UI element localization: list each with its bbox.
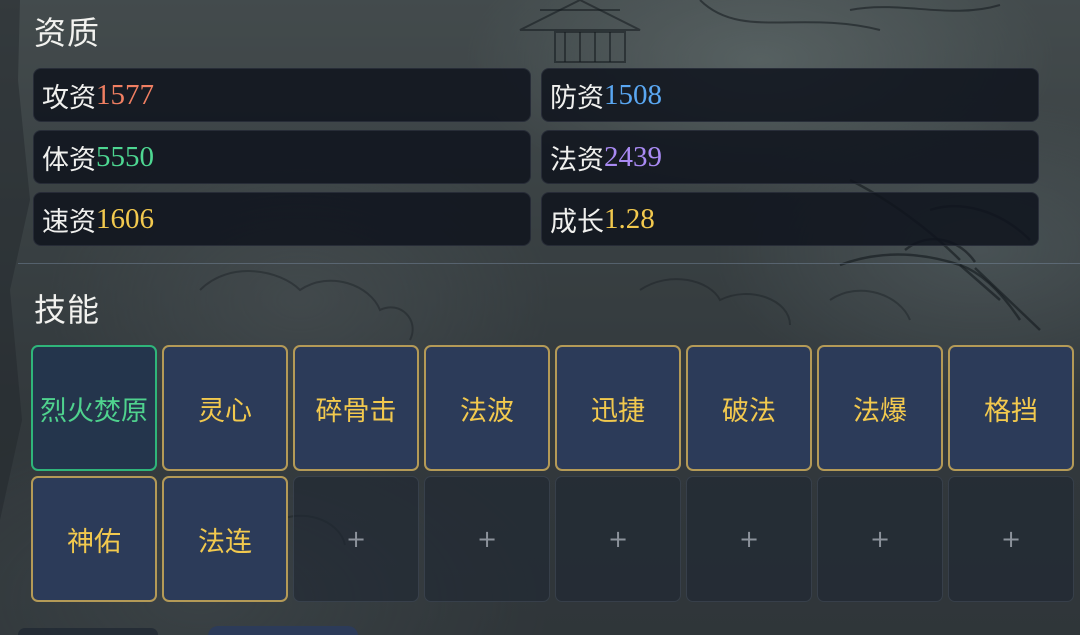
attribute-cell: 成长 1.28: [541, 192, 1039, 246]
skills-grid: 烈火焚原 灵心 碎骨击 法波 迅捷 破法 法爆 格挡神佑 法连 + + + + + +: [31, 345, 1074, 602]
skill-name: 迅捷: [591, 395, 645, 427]
skill-name: 神佑: [67, 526, 121, 558]
empty-skill-slot[interactable]: +: [948, 476, 1074, 602]
attribute-label: 防资: [550, 82, 604, 114]
skill-name: 烈火焚原: [40, 395, 148, 427]
skill-name: 法爆: [853, 395, 907, 427]
attributes-section-title: 资质: [34, 14, 101, 52]
skill-name: 灵心: [198, 395, 252, 427]
skill-slot[interactable]: 神佑: [31, 476, 157, 602]
skill-slot[interactable]: 迅捷: [555, 345, 681, 471]
skills-section-title: 技能: [34, 291, 101, 329]
add-icon: +: [345, 525, 367, 553]
bottom-tab-left[interactable]: [18, 628, 158, 635]
attribute-cell: 体资 5550: [33, 130, 531, 184]
bottom-tab-selected[interactable]: [208, 626, 358, 635]
attribute-cell: 法资 2439: [541, 130, 1039, 184]
attribute-value: 1508: [604, 78, 662, 111]
add-icon: +: [869, 525, 891, 553]
empty-skill-slot[interactable]: +: [817, 476, 943, 602]
attribute-label: 成长: [550, 206, 604, 238]
attribute-label: 攻资: [42, 82, 96, 114]
skill-slot[interactable]: 灵心: [162, 345, 288, 471]
skill-name: 法波: [460, 395, 514, 427]
empty-skill-slot[interactable]: +: [424, 476, 550, 602]
empty-skill-slot[interactable]: +: [555, 476, 681, 602]
skill-name: 格挡: [984, 395, 1038, 427]
attribute-label: 体资: [42, 144, 96, 176]
add-icon: +: [476, 525, 498, 553]
attribute-value: 1577: [96, 78, 154, 111]
attribute-label: 法资: [550, 144, 604, 176]
attribute-cell: 速资 1606: [33, 192, 531, 246]
empty-skill-slot[interactable]: +: [686, 476, 812, 602]
skill-slot[interactable]: 法波: [424, 345, 550, 471]
skill-slot[interactable]: 法连: [162, 476, 288, 602]
skill-slot[interactable]: 碎骨击: [293, 345, 419, 471]
skill-slot[interactable]: 法爆: [817, 345, 943, 471]
skill-slot[interactable]: 烈火焚原: [31, 345, 157, 471]
attribute-value: 1.28: [604, 202, 655, 235]
skill-slot[interactable]: 破法: [686, 345, 812, 471]
skill-slot[interactable]: 格挡: [948, 345, 1074, 471]
add-icon: +: [738, 525, 760, 553]
add-icon: +: [607, 525, 629, 553]
section-divider: [18, 263, 1080, 264]
attribute-value: 1606: [96, 202, 154, 235]
skill-name: 碎骨击: [315, 395, 397, 427]
attribute-value: 5550: [96, 140, 154, 173]
skill-name: 法连: [198, 526, 252, 558]
add-icon: +: [1000, 525, 1022, 553]
attribute-label: 速资: [42, 206, 96, 238]
attribute-cell: 攻资 1577: [33, 68, 531, 122]
empty-skill-slot[interactable]: +: [293, 476, 419, 602]
attribute-value: 2439: [604, 140, 662, 173]
attribute-cell: 防资 1508: [541, 68, 1039, 122]
attributes-grid: 攻资 1577 防资 1508 体资 5550 法资 2439 速资 1606 成长 1.28: [33, 68, 1039, 246]
skill-name: 破法: [722, 395, 776, 427]
